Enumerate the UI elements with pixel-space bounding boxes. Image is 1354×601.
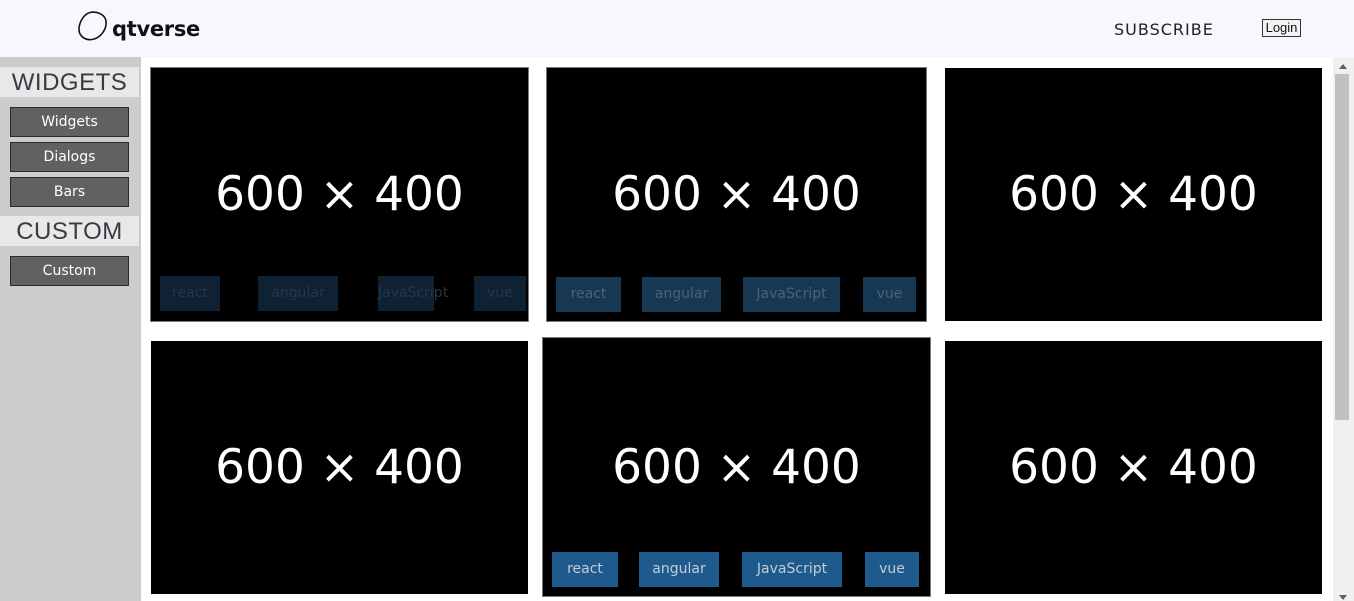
card-placeholder-label: 600 × 400 xyxy=(612,167,861,222)
sidebar-item-widgets[interactable]: Widgets xyxy=(10,107,129,137)
tag-react[interactable]: react xyxy=(160,276,220,311)
scroll-up-arrow-icon[interactable] xyxy=(1339,64,1347,69)
tag-javascript[interactable]: JavaScript xyxy=(378,276,448,311)
card-placeholder-label: 600 × 400 xyxy=(1009,440,1258,495)
top-header: qtverse SUBSCRIBE Login xyxy=(0,0,1354,57)
tag-react[interactable]: react xyxy=(556,277,621,312)
blob-logo-icon xyxy=(77,10,108,47)
section-title-widgets: WIDGETS xyxy=(0,67,139,97)
tag-javascript[interactable]: JavaScript xyxy=(742,552,842,587)
card[interactable]: 600 × 400 react angular JavaScript vue xyxy=(150,67,529,322)
card-placeholder-label: 600 × 400 xyxy=(215,167,464,222)
tag-vue[interactable]: vue xyxy=(863,277,916,312)
tag-vue[interactable]: vue xyxy=(865,552,919,587)
card-placeholder-label: 600 × 400 xyxy=(612,440,861,495)
sidebar-item-dialogs[interactable]: Dialogs xyxy=(10,142,129,172)
scroll-down-arrow-icon[interactable] xyxy=(1339,595,1347,600)
tag-angular[interactable]: angular xyxy=(639,552,719,587)
vertical-scrollbar[interactable] xyxy=(1333,57,1354,601)
subscribe-link[interactable]: SUBSCRIBE xyxy=(1114,20,1214,39)
card-placeholder-label: 600 × 400 xyxy=(215,440,464,495)
card[interactable]: 600 × 400 xyxy=(151,341,528,594)
card[interactable]: 600 × 400 react angular JavaScript vue xyxy=(542,337,931,597)
card[interactable]: 600 × 400 xyxy=(945,341,1322,594)
section-title-custom: CUSTOM xyxy=(0,216,139,246)
brand-name: qtverse xyxy=(112,16,201,41)
scrollbar-thumb[interactable] xyxy=(1335,74,1349,420)
tag-vue[interactable]: vue xyxy=(474,276,526,311)
tag-javascript[interactable]: JavaScript xyxy=(743,277,840,312)
card[interactable]: 600 × 400 xyxy=(945,68,1322,321)
sidebar-item-custom[interactable]: Custom xyxy=(10,256,129,286)
brand[interactable]: qtverse xyxy=(77,10,200,47)
tag-react[interactable]: react xyxy=(552,552,618,587)
tag-angular[interactable]: angular xyxy=(258,276,338,311)
sidebar-item-bars[interactable]: Bars xyxy=(10,177,129,207)
login-button[interactable]: Login xyxy=(1262,19,1301,37)
card-placeholder-label: 600 × 400 xyxy=(1009,167,1258,222)
card[interactable]: 600 × 400 react angular JavaScript vue xyxy=(546,67,927,322)
tag-angular[interactable]: angular xyxy=(642,277,721,312)
card-grid: 600 × 400 react angular JavaScript vue 6… xyxy=(141,57,1333,601)
sidebar: WIDGETS Widgets Dialogs Bars CUSTOM Cust… xyxy=(0,57,141,601)
